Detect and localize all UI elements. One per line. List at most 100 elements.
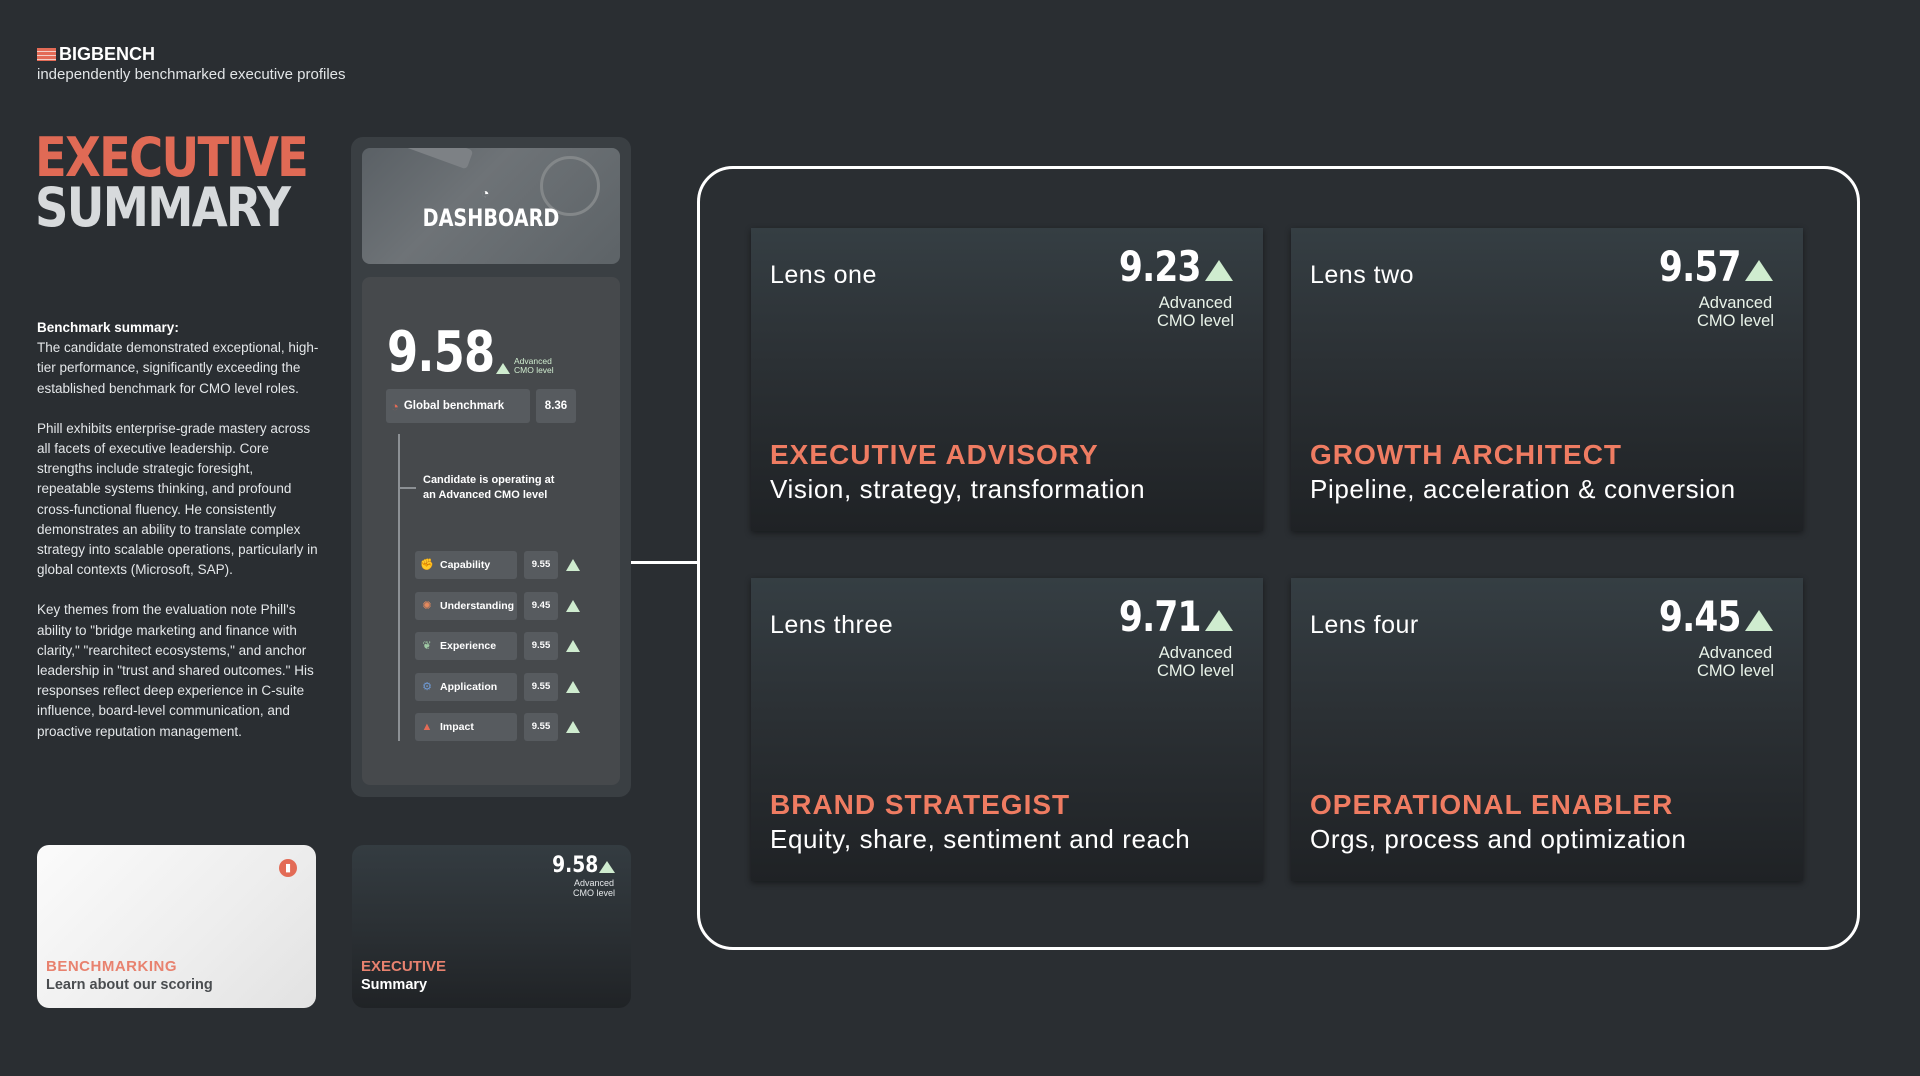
lens-card[interactable]: Lens three 9.71 Advanced CMO level BRAND STR… [751, 578, 1263, 881]
lens-level: Advanced CMO level [1157, 644, 1234, 680]
lens-category: OPERATIONAL ENABLER [1310, 789, 1674, 820]
metric-value: 9.55 [524, 713, 558, 741]
up-arrow-icon [1745, 260, 1773, 281]
overall-score: 9.58 [387, 320, 495, 385]
lens-card[interactable]: Lens two 9.57 Advanced CMO level GROWTH ARCH… [1291, 228, 1803, 531]
up-arrow-icon [566, 640, 580, 652]
metric-label-impact: ▲ Impact [415, 713, 517, 741]
metric-value: 9.55 [524, 673, 558, 701]
metric-label-experience: ❦ Experience [415, 632, 517, 660]
lens-level-line1: Advanced [1698, 644, 1773, 662]
lens-subtitle: Pipeline, acceleration & conversion [1310, 474, 1736, 504]
tree-branch [400, 487, 416, 489]
lens-category: EXECUTIVE ADVISORY [770, 439, 1099, 470]
executive-card-title: EXECUTIVE [361, 958, 447, 975]
global-benchmark-value: 8.36 [536, 389, 576, 423]
executive-card-subtitle: Summary [361, 977, 428, 993]
lens-level-line1: Advanced [1158, 294, 1233, 312]
lens-score: 9.57 [1659, 242, 1742, 291]
lens-level-line2: CMO level [1156, 312, 1234, 330]
gauge-icon: ◔ [481, 185, 490, 201]
lens-subtitle: Vision, strategy, transformation [770, 474, 1146, 504]
connector-line [631, 561, 697, 564]
summary-label: Benchmark summary: [37, 320, 179, 335]
brand-tagline: independently benchmarked executive prof… [37, 66, 346, 83]
metric-label-text: Impact [440, 721, 474, 733]
metric-value: 9.55 [524, 551, 558, 579]
up-arrow-icon [1205, 610, 1233, 631]
metric-label-capability: ✊ Capability [415, 551, 517, 579]
chart-badge-icon: ▮ [279, 859, 297, 877]
metric-label-text: Experience [440, 640, 497, 652]
executive-summary-card[interactable]: 9.58 Advanced CMO level EXECUTIVE Summary [352, 845, 631, 1008]
lens-level-line2: CMO level [1696, 662, 1774, 680]
brain-icon: ✺ [422, 600, 432, 612]
summary-paragraph-3: Key themes from the evaluation note Phil… [37, 602, 314, 739]
lens-level-line2: CMO level [1156, 662, 1234, 680]
up-arrow-icon [566, 600, 580, 612]
lens-category: BRAND STRATEGIST [770, 789, 1071, 820]
lens-subtitle: Equity, share, sentiment and reach [770, 824, 1191, 854]
up-arrow-icon [566, 559, 580, 571]
page-title: EXECUTIVE SUMMARY [35, 131, 309, 239]
tree-line [398, 434, 400, 741]
global-benchmark-pill: ◔ Global benchmark [386, 389, 530, 423]
lens-card[interactable]: Lens four 9.45 Advanced CMO level OPERATIONA… [1291, 578, 1803, 881]
gauge-icon: ◔ [391, 398, 399, 414]
lens-name: Lens three [770, 611, 894, 639]
brand-flag-icon [37, 48, 56, 61]
flame-icon: ▲ [421, 721, 433, 733]
arm-icon: ✊ [420, 559, 434, 571]
metric-label-text: Understanding [440, 600, 515, 612]
metric-label-application: ⚙ Application [415, 673, 517, 701]
brand-logo-wordmark[interactable]: BIGBENCH [37, 44, 155, 65]
lens-score: 9.71 [1119, 592, 1202, 641]
dashboard-hero-label: DASHBOARD [422, 204, 560, 232]
lens-name: Lens one [770, 261, 877, 289]
benchmarking-card-title: BENCHMARKING [46, 958, 177, 975]
lens-score: 9.23 [1119, 242, 1202, 291]
up-arrow-icon [566, 681, 580, 693]
metric-label-text: Capability [440, 559, 491, 571]
up-arrow-icon [1205, 260, 1233, 281]
lens-category: GROWTH ARCHITECT [1310, 439, 1623, 470]
candidate-status: Candidate is operating at an Advanced CM… [423, 473, 554, 502]
lens-card[interactable]: Lens one 9.23 Advanced CMO level EXECUTIVE A… [751, 228, 1263, 531]
lens-name: Lens two [1310, 261, 1415, 289]
sprout-icon: ❦ [422, 640, 432, 652]
benchmarking-card[interactable]: ▮ BENCHMARKING Learn about our scoring [37, 845, 316, 1008]
metric-label-text: Application [440, 681, 498, 693]
metric-label-understanding: ✺ Understanding [415, 592, 517, 620]
overall-level: Advanced CMO level [514, 357, 554, 375]
up-arrow-icon [496, 363, 510, 374]
global-benchmark-label: Global benchmark [403, 400, 505, 412]
lens-level: Advanced CMO level [1697, 294, 1774, 330]
lens-score: 9.45 [1659, 592, 1742, 641]
summary-paragraph-1: The candidate demonstrated exceptional, … [37, 340, 319, 396]
up-arrow-icon [599, 861, 615, 873]
up-arrow-icon [566, 721, 580, 733]
lens-subtitle: Orgs, process and optimization [1310, 824, 1687, 854]
lens-level-line1: Advanced [1158, 644, 1233, 662]
candidate-status-line2: an Advanced CMO level [423, 488, 548, 501]
up-arrow-icon [1745, 610, 1773, 631]
executive-card-score: 9.58 [551, 853, 598, 878]
benchmarking-card-subtitle: Learn about our scoring [46, 977, 213, 993]
hero-decoration [400, 148, 474, 170]
dashboard-hero[interactable]: ◔ DASHBOARD [362, 148, 620, 264]
metric-value: 9.55 [524, 632, 558, 660]
executive-card-level: Advanced CMO level [572, 878, 615, 898]
benchmark-summary: Benchmark summary: The candidate demonstr… [37, 318, 319, 762]
gear-icon: ⚙ [422, 681, 432, 693]
summary-paragraph-2: Phill exhibits enterprise-grade mastery … [37, 420, 318, 578]
metric-value: 9.45 [524, 592, 558, 620]
lens-level-line1: Advanced [1698, 294, 1773, 312]
candidate-status-line1: Candidate is operating at [423, 474, 555, 486]
page-title-line2: SUMMARY [35, 176, 291, 239]
lens-name: Lens four [1310, 611, 1419, 639]
lens-level: Advanced CMO level [1697, 644, 1774, 680]
brand-name: BIGBENCH [59, 44, 156, 64]
lens-level: Advanced CMO level [1157, 294, 1234, 330]
lens-level-line2: CMO level [1696, 312, 1774, 330]
overall-level-line2: CMO level [514, 365, 554, 375]
